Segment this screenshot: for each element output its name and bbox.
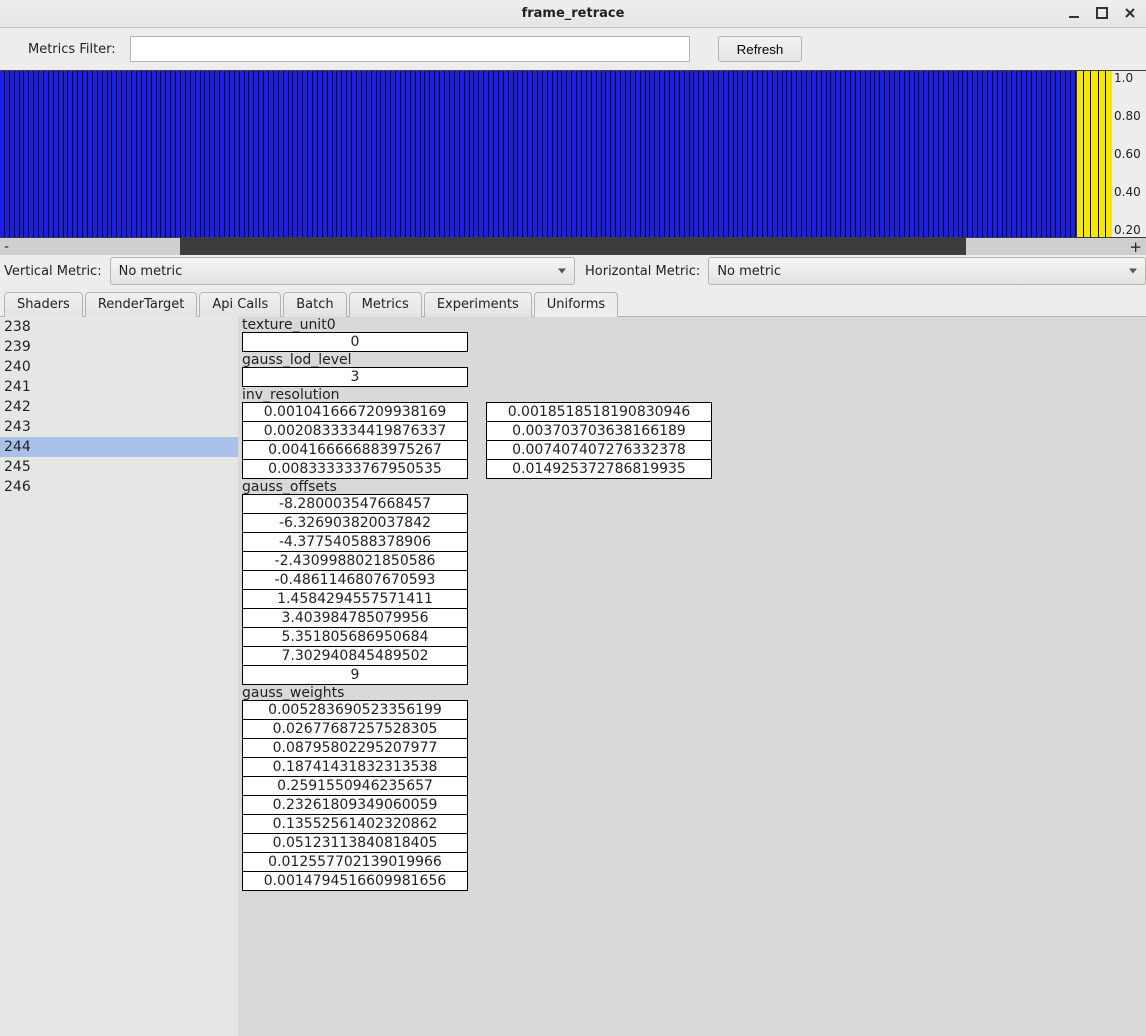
horizontal-metric-value: No metric (717, 264, 781, 279)
vertical-metric-select[interactable]: No metric (110, 257, 575, 285)
uniform-value: 0.007407407276332378 (486, 440, 712, 460)
uniform-value: 0.2591550946235657 (242, 776, 468, 796)
tab-shaders[interactable]: Shaders (4, 292, 83, 317)
metrics-filter-label: Metrics Filter: (28, 42, 116, 57)
close-button[interactable] (1116, 2, 1144, 24)
scrollbar-track[interactable] (180, 238, 966, 255)
horizontal-metric-select[interactable]: No metric (708, 257, 1146, 285)
bargraph-bars[interactable] (0, 71, 1077, 237)
uniform-value: 0.18741431832313538 (242, 757, 468, 777)
list-item[interactable]: 245 (0, 457, 238, 477)
list-item[interactable]: 244 (0, 437, 238, 457)
uniform-value: -0.4861146807670593 (242, 570, 468, 590)
tab-metrics[interactable]: Metrics (349, 292, 422, 317)
uniform-value: 0.005283690523356199 (242, 700, 468, 720)
uniform-label-inv-resolution: inv_resolution (242, 387, 1142, 403)
tab-rendertarget[interactable]: RenderTarget (85, 292, 198, 317)
maximize-button[interactable] (1088, 2, 1116, 24)
uniform-value: -2.4309988021850586 (242, 551, 468, 571)
axis-tick: 0.20 (1114, 223, 1146, 237)
uniform-value: 0.004166666883975267 (242, 440, 468, 460)
uniform-value: 0.012557702139019966 (242, 852, 468, 872)
list-item[interactable]: 246 (0, 477, 238, 497)
uniform-value: 0.0020833334419876337 (242, 421, 468, 441)
list-item[interactable]: 239 (0, 337, 238, 357)
uniform-value: 0.08795802295207977 (242, 738, 468, 758)
uniform-value: -4.377540588378906 (242, 532, 468, 552)
uniform-value: 0 (242, 332, 468, 352)
uniform-value: 0.23261809349060059 (242, 795, 468, 815)
uniform-value: 0.008333333767950535 (242, 459, 468, 479)
list-item[interactable]: 240 (0, 357, 238, 377)
uniforms-panel: texture_unit0 0 gauss_lod_level 3 inv_re… (238, 317, 1146, 1036)
uniform-value: -8.280003547668457 (242, 494, 468, 514)
window-title: frame_retrace (522, 6, 625, 21)
list-item[interactable]: 241 (0, 377, 238, 397)
uniform-value: 0.13552561402320862 (242, 814, 468, 834)
axis-tick: 0.80 (1114, 109, 1146, 123)
scroll-minus-button[interactable]: - (0, 238, 180, 255)
uniform-value: 0.02677687257528305 (242, 719, 468, 739)
horizontal-metric-label: Horizontal Metric: (585, 264, 700, 279)
axis-tick: 0.40 (1114, 185, 1146, 199)
uniform-label-gauss-lod-level: gauss_lod_level (242, 352, 1142, 368)
bargraph-highlight-band (1077, 71, 1112, 237)
uniform-value: 3.403984785079956 (242, 608, 468, 628)
uniform-label-texture-unit0: texture_unit0 (242, 317, 1142, 333)
uniform-value: 0.003703703638166189 (486, 421, 712, 441)
uniform-value: 7.302940845489502 (242, 646, 468, 666)
uniform-value: 1.4584294557571411 (242, 589, 468, 609)
toolbar: Metrics Filter: Refresh (0, 28, 1146, 70)
axis-tick: 0.60 (1114, 147, 1146, 161)
uniform-label-gauss-weights: gauss_weights (242, 685, 1142, 701)
vertical-metric-value: No metric (119, 264, 183, 279)
window-titlebar: frame_retrace (0, 0, 1146, 28)
bargraph-scrollbar[interactable]: - + (0, 238, 1146, 255)
tab-batch[interactable]: Batch (283, 292, 346, 317)
list-item[interactable]: 243 (0, 417, 238, 437)
uniform-value: 9 (242, 665, 468, 685)
metrics-filter-input[interactable] (130, 36, 690, 62)
uniform-label-gauss-offsets: gauss_offsets (242, 479, 1142, 495)
scroll-plus-button[interactable]: + (966, 238, 1146, 255)
minimize-button[interactable] (1060, 2, 1088, 24)
uniform-value: -6.326903820037842 (242, 513, 468, 533)
uniform-value: 0.0010416667209938169 (242, 402, 468, 422)
tabs-bar: ShadersRenderTargetApi CallsBatchMetrics… (0, 287, 1146, 317)
uniform-value: 0.0014794516609981656 (242, 871, 468, 891)
uniform-value: 5.351805686950684 (242, 627, 468, 647)
metric-select-row: Vertical Metric: No metric Horizontal Me… (0, 255, 1146, 287)
uniform-value: 3 (242, 367, 468, 387)
call-id-list[interactable]: 238239240241242243244245246 (0, 317, 238, 1036)
bargraph-axis-labels: 1.0 0.80 0.60 0.40 0.20 (1112, 71, 1146, 237)
axis-tick: 1.0 (1114, 71, 1146, 85)
list-item[interactable]: 242 (0, 397, 238, 417)
tab-experiments[interactable]: Experiments (424, 292, 532, 317)
tab-uniforms[interactable]: Uniforms (534, 292, 618, 317)
bargraph-area[interactable]: 1.0 0.80 0.60 0.40 0.20 (0, 70, 1146, 238)
list-item[interactable]: 238 (0, 317, 238, 337)
uniform-value: 0.014925372786819935 (486, 459, 712, 479)
uniform-value: 0.0018518518190830946 (486, 402, 712, 422)
content-area: 238239240241242243244245246 texture_unit… (0, 317, 1146, 1036)
tab-api-calls[interactable]: Api Calls (199, 292, 281, 317)
refresh-button[interactable]: Refresh (718, 36, 803, 62)
uniform-value: 0.05123113840818405 (242, 833, 468, 853)
vertical-metric-label: Vertical Metric: (4, 264, 102, 279)
